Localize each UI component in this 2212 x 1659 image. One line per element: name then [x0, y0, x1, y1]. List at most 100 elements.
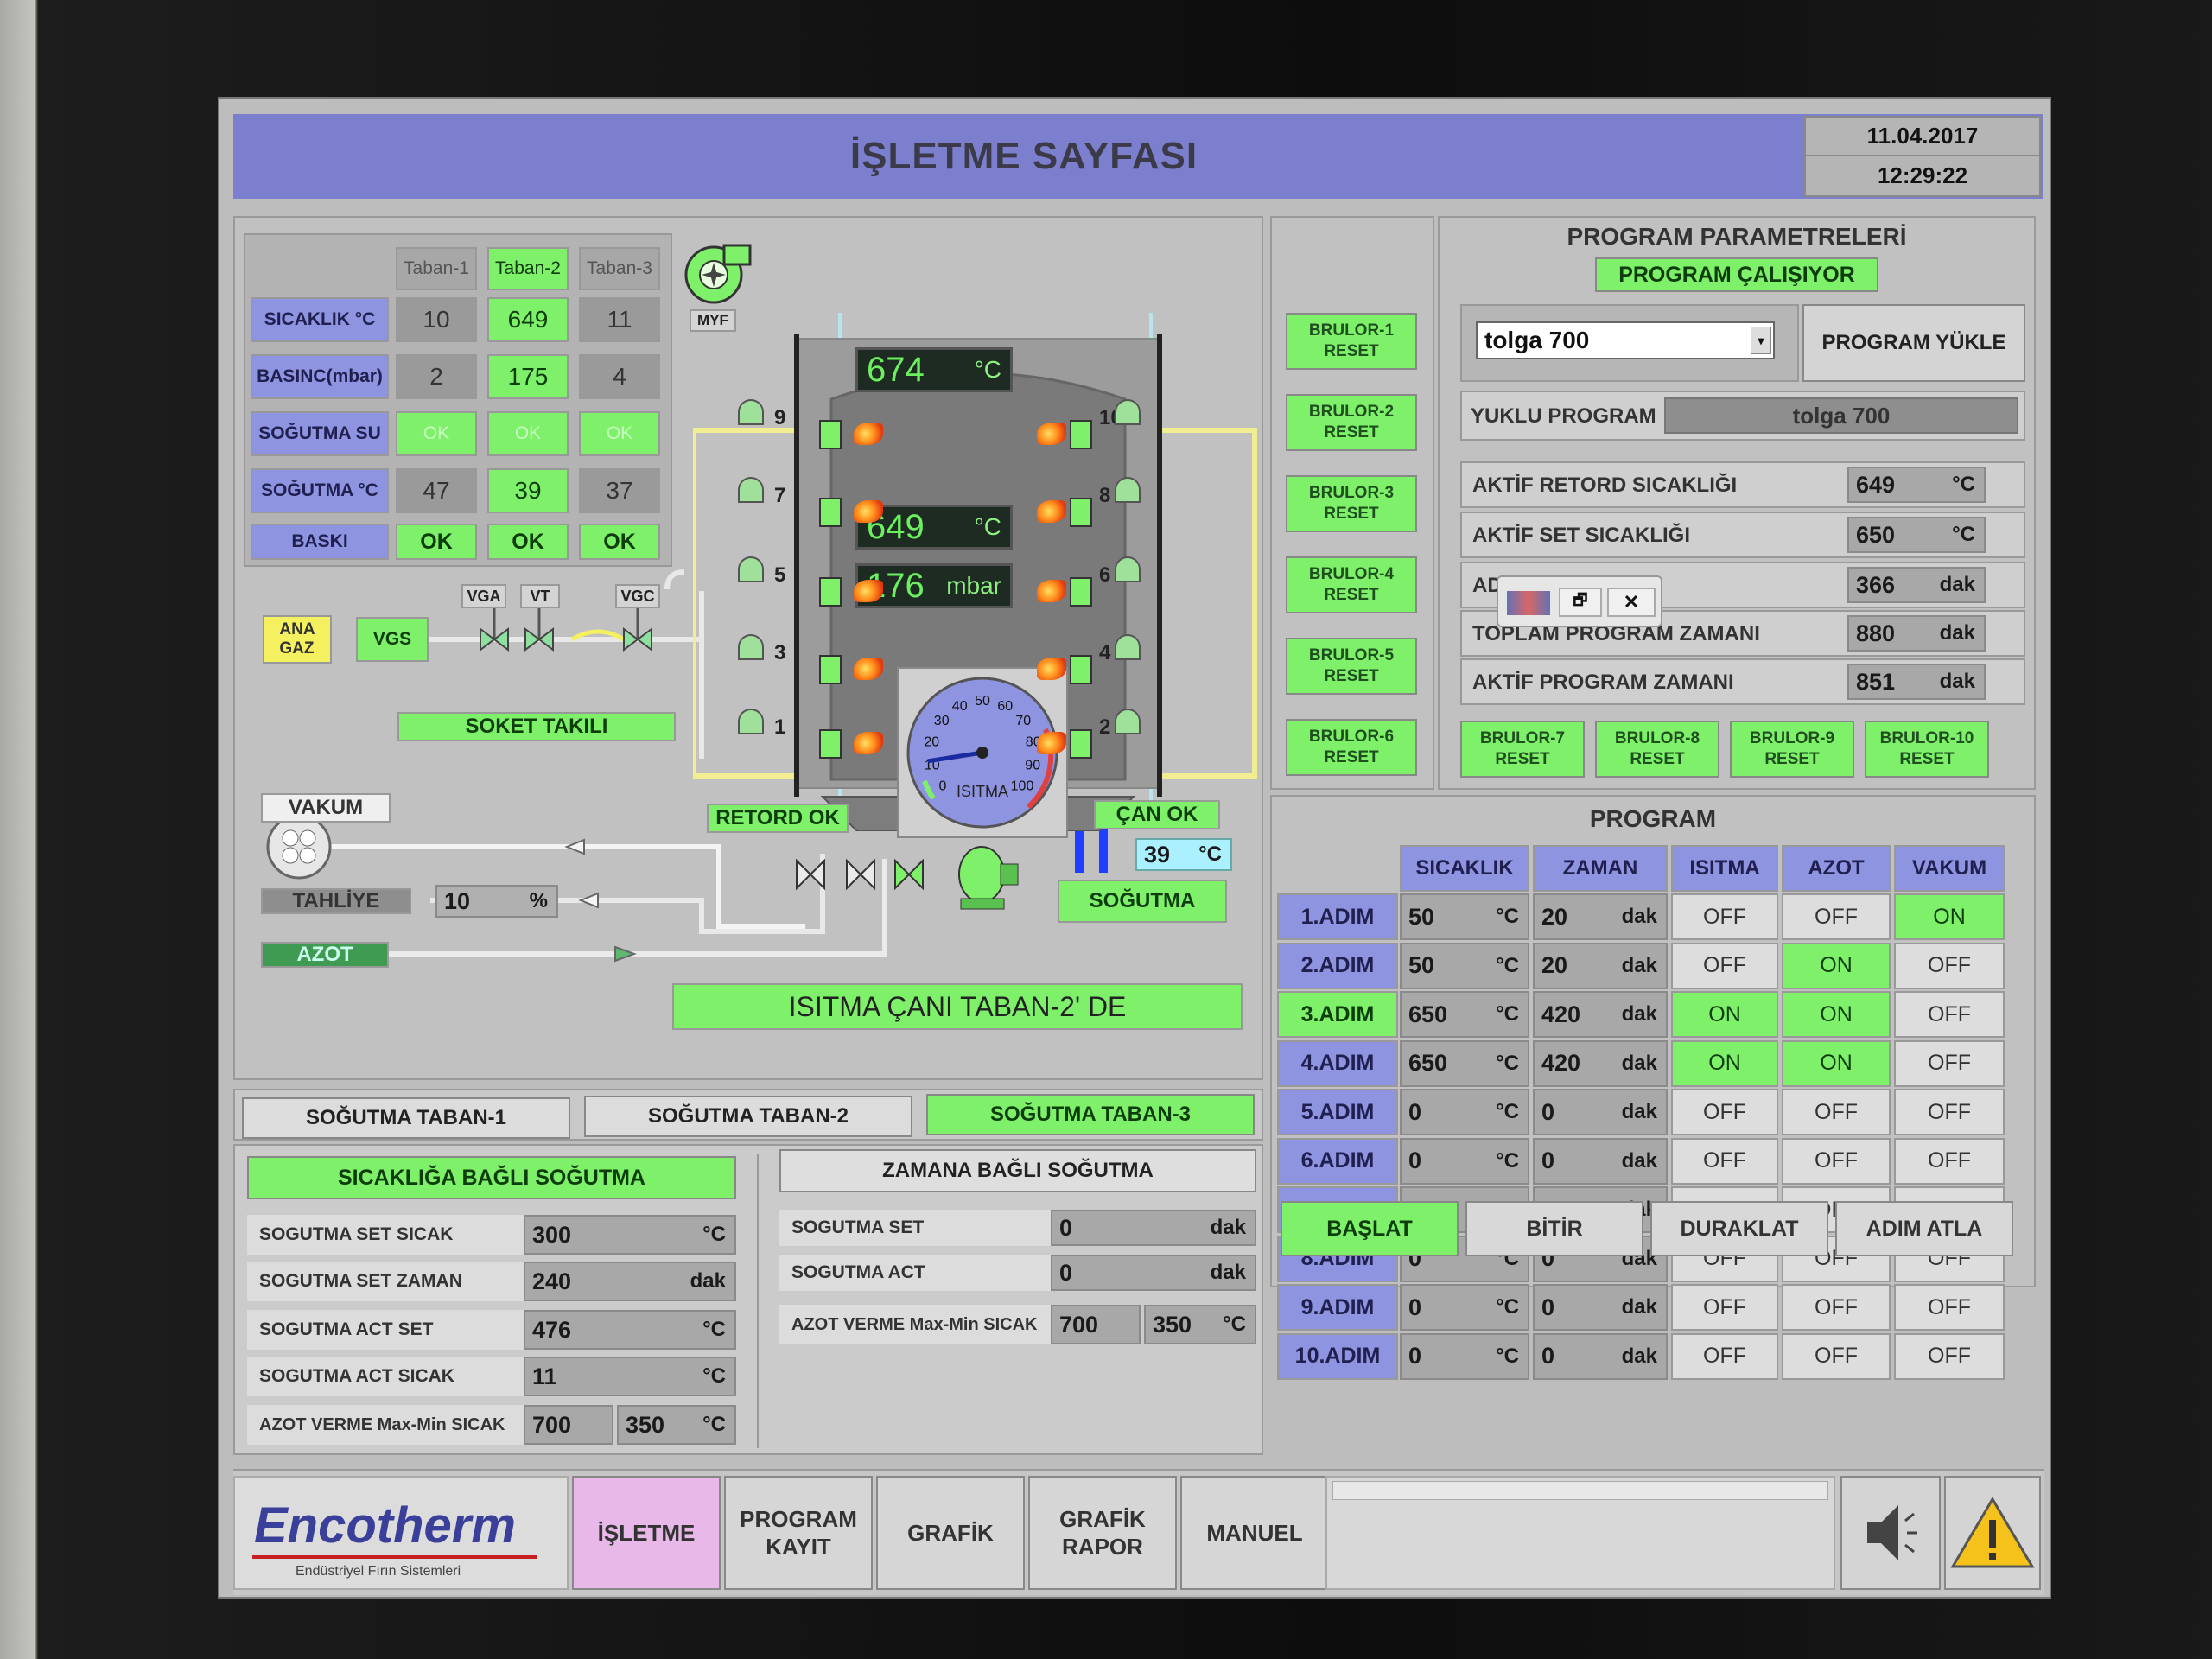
- program-step-time[interactable]: 420 dak: [1533, 991, 1668, 1038]
- program-step-temp[interactable]: 0°C: [1400, 1332, 1529, 1380]
- temp-cooling-title[interactable]: SICAKLIĞA BAĞLI SOĞUTMA: [247, 1156, 736, 1199]
- nav-grafik-rapor[interactable]: GRAFİK RAPOR: [1028, 1476, 1177, 1590]
- sogutma-set-value[interactable]: 0 dak: [1051, 1210, 1256, 1246]
- time-azot-min[interactable]: 350 °C: [1144, 1305, 1256, 1344]
- message-bar: [1332, 1481, 1828, 1500]
- nav-grafik[interactable]: GRAFİK: [876, 1476, 1025, 1590]
- program-step-azot[interactable]: ON: [1782, 942, 1891, 989]
- program-step-temp[interactable]: 650 °C: [1400, 991, 1529, 1038]
- program-step-vakum[interactable]: OFF: [1894, 1332, 2005, 1380]
- sogutma-set-sicak-label: SOGUTMA SET SICAK: [247, 1215, 524, 1255]
- tab-sogutma-taban-2[interactable]: SOĞUTMA TABAN-2: [584, 1096, 912, 1137]
- program-step-label[interactable]: 4.ADIM: [1277, 1039, 1398, 1087]
- temp-azot-min[interactable]: 350 °C: [617, 1405, 736, 1445]
- adim-atla-button[interactable]: ADIM ATLA: [1835, 1201, 2013, 1256]
- footer-bar: Encotherm Endüstriyel Fırın Sistemleri İ…: [233, 1469, 2044, 1595]
- baslat-button[interactable]: BAŞLAT: [1281, 1201, 1459, 1256]
- tab-sogutma-taban-1[interactable]: SOĞUTMA TABAN-1: [242, 1097, 570, 1139]
- brulor-6-reset-button[interactable]: BRULOR-6 RESET: [1286, 719, 1417, 776]
- program-step-azot[interactable]: OFF: [1782, 1089, 1891, 1135]
- time-cooling-title[interactable]: ZAMANA BAĞLI SOĞUTMA: [779, 1149, 1256, 1192]
- program-step-isitma[interactable]: OFF: [1671, 1137, 1778, 1185]
- program-step-isitma[interactable]: OFF: [1671, 1089, 1778, 1135]
- gauge-label: ISITMA: [956, 783, 1008, 800]
- popup-window[interactable]: 🗗 ✕: [1497, 575, 1662, 627]
- program-step-label[interactable]: 1.ADIM: [1277, 893, 1398, 940]
- brulor-8-reset-button[interactable]: BRULOR-8 RESET: [1595, 721, 1719, 778]
- flame-icon: [1037, 732, 1066, 754]
- program-step-isitma[interactable]: ON: [1671, 991, 1778, 1038]
- program-step-label[interactable]: 2.ADIM: [1277, 942, 1398, 989]
- program-status: PROGRAM ÇALIŞIYOR: [1595, 257, 1878, 292]
- brand-logo: Encotherm Endüstriyel Fırın Sistemleri: [233, 1476, 569, 1590]
- program-step-vakum[interactable]: OFF: [1894, 942, 2005, 989]
- program-step-vakum[interactable]: OFF: [1894, 991, 2005, 1038]
- chevron-down-icon[interactable]: ▾: [1751, 327, 1771, 354]
- popup-close-button[interactable]: ✕: [1607, 588, 1656, 617]
- program-step-azot[interactable]: OFF: [1782, 1137, 1891, 1185]
- program-step-isitma[interactable]: OFF: [1671, 893, 1778, 940]
- nav-program-kayit[interactable]: PROGRAM KAYIT: [724, 1476, 873, 1590]
- program-step-temp[interactable]: 0°C: [1400, 1137, 1529, 1185]
- burner-number: 3: [774, 641, 786, 664]
- program-step-vakum[interactable]: ON: [1894, 893, 2005, 940]
- program-step-isitma[interactable]: ON: [1671, 1039, 1778, 1087]
- nav-manuel[interactable]: MANUEL: [1180, 1476, 1329, 1590]
- speaker-button[interactable]: [1840, 1476, 1941, 1590]
- program-step-vakum[interactable]: OFF: [1894, 1089, 2005, 1135]
- program-step-label[interactable]: 5.ADIM: [1277, 1089, 1398, 1135]
- program-select[interactable]: tolga 700 ▾: [1476, 321, 1775, 359]
- program-step-time[interactable]: 0dak: [1533, 1284, 1668, 1331]
- program-step-azot[interactable]: OFF: [1782, 1284, 1891, 1331]
- program-step-temp[interactable]: 0°C: [1400, 1284, 1529, 1331]
- program-step-vakum[interactable]: OFF: [1894, 1284, 2005, 1331]
- program-step-temp[interactable]: 0°C: [1400, 1089, 1529, 1135]
- brulor-7-reset-button[interactable]: BRULOR-7 RESET: [1460, 721, 1585, 778]
- program-step-time[interactable]: 20 dak: [1533, 893, 1668, 940]
- program-step-time[interactable]: 0dak: [1533, 1089, 1668, 1135]
- program-step-vakum[interactable]: OFF: [1894, 1137, 2005, 1185]
- temp-azot-max[interactable]: 700: [524, 1405, 613, 1445]
- tab-sogutma-taban-3[interactable]: SOĞUTMA TABAN-3: [926, 1094, 1255, 1135]
- program-step-time[interactable]: 0dak: [1533, 1332, 1668, 1380]
- program-load-button[interactable]: PROGRAM YÜKLE: [1802, 304, 2025, 382]
- bitir-button[interactable]: BİTİR: [1465, 1201, 1643, 1256]
- program-step-label[interactable]: 3.ADIM: [1277, 991, 1398, 1038]
- alarm-button[interactable]: [1944, 1476, 2041, 1590]
- brulor-4-reset-button[interactable]: BRULOR-4 RESET: [1286, 556, 1417, 613]
- program-step-temp[interactable]: 50 °C: [1400, 893, 1529, 940]
- brulor-10-reset-button[interactable]: BRULOR-10 RESET: [1865, 721, 1989, 778]
- brulor-5-reset-button[interactable]: BRULOR-5 RESET: [1286, 638, 1417, 695]
- program-step-isitma[interactable]: OFF: [1671, 1332, 1778, 1380]
- popup-restore-button[interactable]: 🗗: [1559, 588, 1602, 617]
- burner-socket: [1070, 420, 1092, 449]
- brulor-2-reset-button[interactable]: BRULOR-2 RESET: [1286, 394, 1417, 451]
- sogutma-set-zaman-value[interactable]: 240 dak: [524, 1262, 736, 1301]
- time-azot-max[interactable]: 700: [1051, 1305, 1141, 1344]
- program-step-label[interactable]: 9.ADIM: [1277, 1284, 1398, 1331]
- program-step-temp[interactable]: 650 °C: [1400, 1039, 1529, 1087]
- program-step-temp[interactable]: 50 °C: [1400, 942, 1529, 989]
- program-step-time[interactable]: 0dak: [1533, 1137, 1668, 1185]
- duraklat-button[interactable]: DURAKLAT: [1650, 1201, 1828, 1256]
- program-step-time[interactable]: 420 dak: [1533, 1039, 1668, 1087]
- cooling-tabs: SOĞUTMA TABAN-1 SOĞUTMA TABAN-2 SOĞUTMA …: [233, 1089, 1263, 1141]
- program-step-label[interactable]: 6.ADIM: [1277, 1137, 1398, 1185]
- program-step-azot[interactable]: ON: [1782, 991, 1891, 1038]
- program-step-azot[interactable]: OFF: [1782, 893, 1891, 940]
- program-step-vakum[interactable]: OFF: [1894, 1039, 2005, 1087]
- program-step-azot[interactable]: ON: [1782, 1039, 1891, 1087]
- program-params-title: PROGRAM PARAMETRELERİ: [1567, 223, 1907, 250]
- nav-isletme[interactable]: İŞLETME: [572, 1476, 721, 1590]
- program-step-label[interactable]: 10.ADIM: [1277, 1332, 1398, 1380]
- burner-valve-icon: [1115, 556, 1141, 582]
- program-step-isitma[interactable]: OFF: [1671, 942, 1778, 989]
- program-step-isitma[interactable]: OFF: [1671, 1284, 1778, 1331]
- sogutma-set-sicak-value[interactable]: 300 °C: [524, 1215, 736, 1255]
- brulor-1-reset-button[interactable]: BRULOR-1 RESET: [1286, 313, 1417, 370]
- brulor-3-reset-button[interactable]: BRULOR-3 RESET: [1286, 475, 1417, 532]
- brulor-9-reset-button[interactable]: BRULOR-9 RESET: [1730, 721, 1854, 778]
- program-step-time[interactable]: 20 dak: [1533, 942, 1668, 989]
- program-step-azot[interactable]: OFF: [1782, 1332, 1891, 1380]
- sogutma-set-label: SOGUTMA SET: [779, 1210, 1051, 1246]
